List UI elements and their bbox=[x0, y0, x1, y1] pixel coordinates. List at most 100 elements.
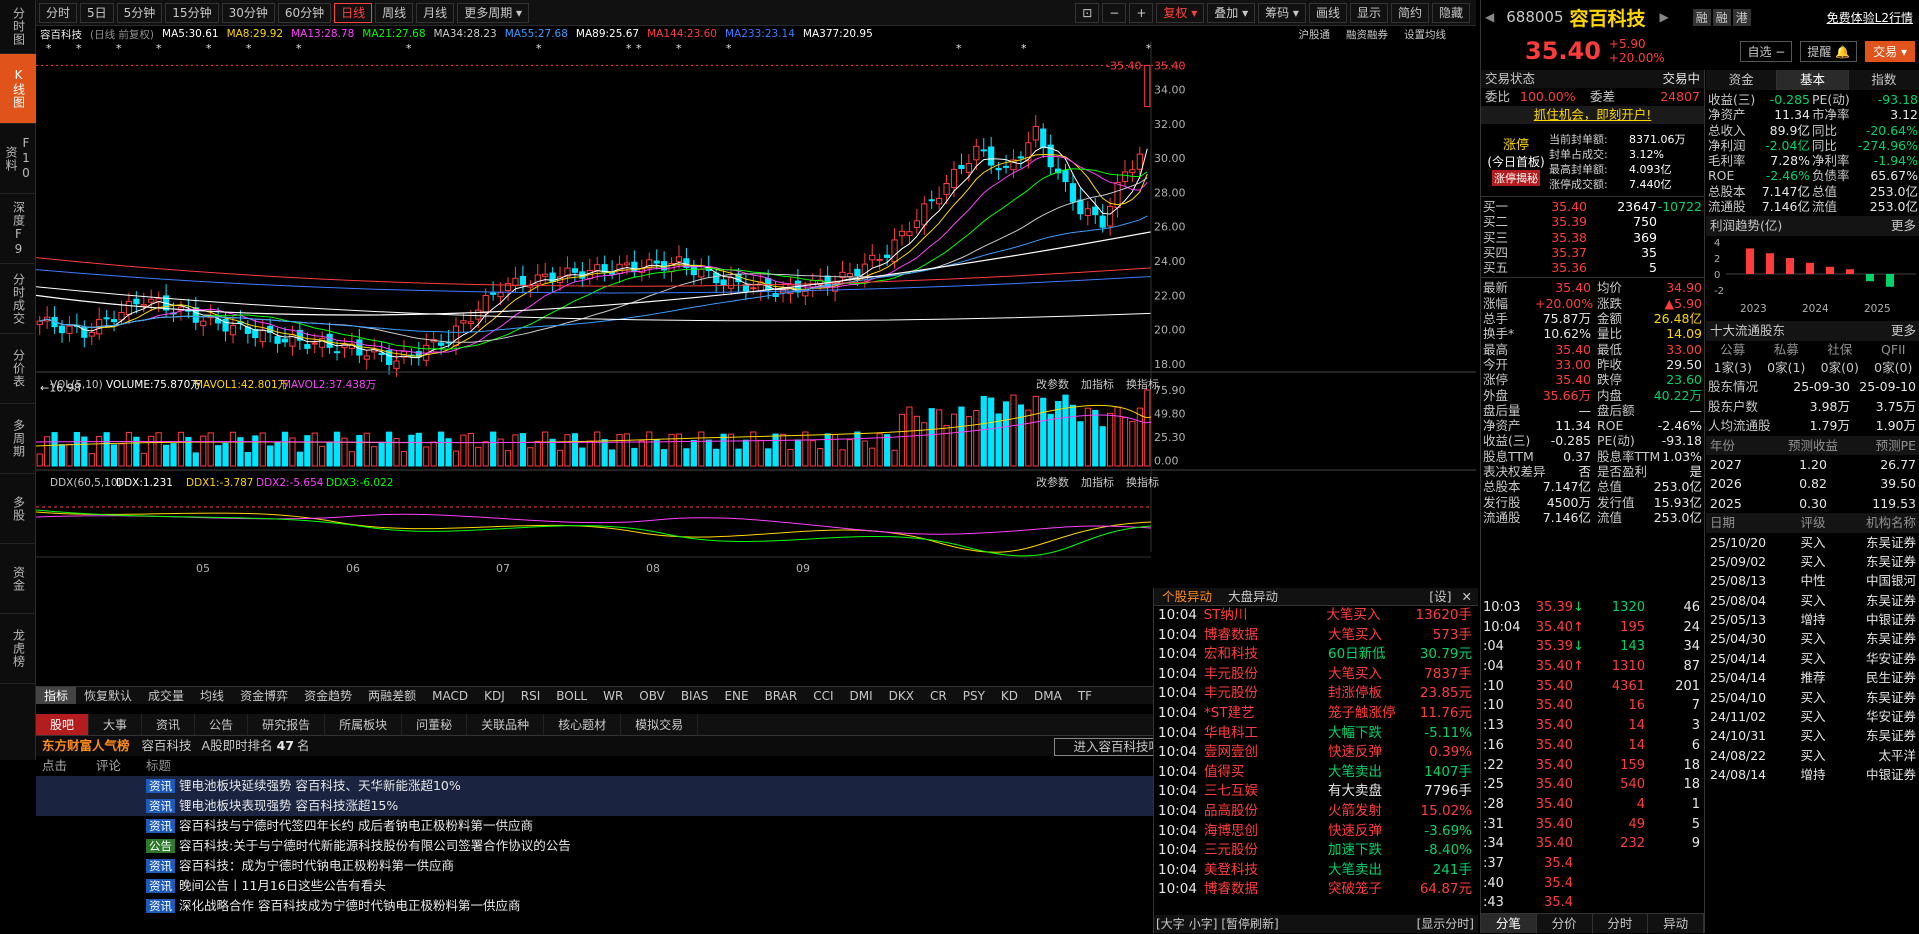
indicator-tab-6[interactable]: 两融差额 bbox=[360, 687, 424, 704]
trade-button[interactable]: 交易 ▾ bbox=[1865, 41, 1915, 62]
profit-more[interactable]: 更多 bbox=[1891, 216, 1916, 236]
tick-tab-0[interactable]: 分笔 bbox=[1481, 914, 1537, 933]
period-2[interactable]: 5分钟 bbox=[117, 3, 163, 23]
forum-tab-0[interactable]: 股吧 bbox=[36, 714, 89, 735]
forum-tab-7[interactable]: 关联品种 bbox=[467, 714, 544, 735]
period-5[interactable]: 60分钟 bbox=[278, 3, 331, 23]
forum-title[interactable]: 资讯锂电池板块延续强势 容百科技、天华新能涨超10% bbox=[146, 776, 1188, 796]
forum-title[interactable]: 资讯锂电池板块表现强势 容百科技涨超15% bbox=[146, 796, 1188, 816]
forum-tab-1[interactable]: 大事 bbox=[89, 714, 142, 735]
forum-row[interactable]: 资讯锂电池板块延续强势 容百科技、天华新能涨超10% bbox=[36, 776, 1188, 796]
font-large[interactable]: [大字 bbox=[1156, 915, 1185, 933]
tick-tab-1[interactable]: 分价 bbox=[1537, 914, 1593, 933]
toolbar-3[interactable]: 画线 bbox=[1309, 3, 1347, 23]
toolbar-6[interactable]: 隐藏 bbox=[1432, 3, 1470, 23]
period-0[interactable]: 分时 bbox=[39, 3, 77, 23]
forum-row[interactable]: 资讯容百科技与宁德时代签四年长约 成后者钠电正极粉料第一供应商 bbox=[36, 816, 1188, 836]
indicator-tab-22[interactable]: DMA bbox=[1026, 687, 1070, 704]
alert-row[interactable]: 10:04壹网壹创快速反弹0.39% bbox=[1154, 743, 1478, 763]
pause-refresh[interactable]: [暂停刷新] bbox=[1221, 915, 1278, 933]
indicator-tab-0[interactable]: 指标 bbox=[36, 687, 76, 704]
indicator-tab-7[interactable]: MACD bbox=[424, 687, 476, 704]
alert-row[interactable]: 10:04海博思创快速反弹-3.69% bbox=[1154, 822, 1478, 842]
indicator-tab-5[interactable]: 资金趋势 bbox=[296, 687, 360, 704]
forum-row[interactable]: 资讯晚间公告丨11月16日这些公告有看头 bbox=[36, 876, 1188, 896]
forum-title[interactable]: 资讯容百科技：成为宁德时代钠电正极粉料第一供应商 bbox=[146, 856, 1188, 876]
alerts-settings[interactable]: [设] bbox=[1425, 588, 1455, 605]
forum-row[interactable]: 公告容百科技:关于与宁德时代新能源科技股份有限公司签署合作协议的公告 bbox=[36, 836, 1188, 856]
forum-tab-8[interactable]: 核心题材 bbox=[544, 714, 621, 735]
tick-tab-3[interactable]: 异动 bbox=[1648, 914, 1704, 933]
nav-item-7[interactable]: 多股 bbox=[0, 474, 36, 544]
ad-link[interactable]: 抓住机会，即刻开户! bbox=[1481, 106, 1704, 124]
indicator-tab-23[interactable]: TF bbox=[1070, 687, 1100, 704]
toolbar-2[interactable]: 筹码 ▾ bbox=[1258, 3, 1306, 23]
indicator-tab-16[interactable]: CCI bbox=[805, 687, 841, 704]
holders-more[interactable]: 更多 bbox=[1891, 321, 1916, 341]
indicator-tab-21[interactable]: KD bbox=[993, 687, 1026, 704]
fund-tab-1[interactable]: 基本 bbox=[1777, 70, 1848, 90]
toolbar-1[interactable]: 叠加 ▾ bbox=[1207, 3, 1255, 23]
alert-row[interactable]: 10:04美登科技大笔卖出241手 bbox=[1154, 861, 1478, 881]
toolbar-0[interactable]: 复权 ▾ bbox=[1156, 3, 1204, 23]
indicator-tab-2[interactable]: 成交量 bbox=[140, 687, 192, 704]
forum-tab-9[interactable]: 模拟交易 bbox=[621, 714, 698, 735]
indicator-tab-1[interactable]: 恢复默认 bbox=[76, 687, 140, 704]
forum-tab-3[interactable]: 公告 bbox=[195, 714, 248, 735]
period-9[interactable]: 更多周期 ▾ bbox=[457, 3, 529, 23]
period-8[interactable]: 月线 bbox=[416, 3, 454, 23]
indicator-tab-20[interactable]: PSY bbox=[955, 687, 993, 704]
indicator-tab-3[interactable]: 均线 bbox=[192, 687, 232, 704]
nav-item-2[interactable]: F10资料 bbox=[0, 124, 36, 194]
chart-link-1[interactable]: 融资融券 bbox=[1346, 27, 1388, 42]
alert-row[interactable]: 10:04品高股份火箭发射15.02% bbox=[1154, 802, 1478, 822]
alert-row[interactable]: 10:04丰元股份大笔买入7837手 bbox=[1154, 665, 1478, 685]
indicator-tab-13[interactable]: BIAS bbox=[673, 687, 717, 704]
period-4[interactable]: 30分钟 bbox=[222, 3, 275, 23]
forum-title[interactable]: 公告容百科技:关于与宁德时代新能源科技股份有限公司签署合作协议的公告 bbox=[146, 836, 1188, 856]
indicator-tab-18[interactable]: DKX bbox=[881, 687, 922, 704]
alerts-tab-market[interactable]: 大盘异动 bbox=[1220, 588, 1286, 605]
indicator-tab-15[interactable]: BRAR bbox=[757, 687, 806, 704]
forum-row[interactable]: 资讯容百科技：成为宁德时代钠电正极粉料第一供应商 bbox=[36, 856, 1188, 876]
period-1[interactable]: 5日 bbox=[80, 3, 114, 23]
alert-button[interactable]: 提醒 🔔 bbox=[1800, 41, 1857, 62]
show-timeshare[interactable]: [显示分时] bbox=[1417, 915, 1474, 933]
forum-title[interactable]: 资讯深化战略合作 容百科技成为宁德时代钠电正极粉料第一供应商 bbox=[146, 896, 1188, 916]
nav-item-8[interactable]: 资金 bbox=[0, 544, 36, 614]
indicator-tab-9[interactable]: RSI bbox=[513, 687, 549, 704]
alert-row[interactable]: 10:04*ST建艺笼子触涨停11.76元 bbox=[1154, 704, 1478, 724]
toolbar-4[interactable]: 显示 bbox=[1350, 3, 1388, 23]
nav-item-5[interactable]: 分价表 bbox=[0, 334, 36, 404]
zoom-out-button[interactable]: − bbox=[1102, 3, 1126, 23]
nav-item-9[interactable]: 龙虎榜 bbox=[0, 614, 36, 684]
indicator-tab-8[interactable]: KDJ bbox=[476, 687, 513, 704]
period-7[interactable]: 周线 bbox=[375, 3, 413, 23]
alert-row[interactable]: 10:04值得买大笔卖出1407手 bbox=[1154, 763, 1478, 783]
nav-item-6[interactable]: 多周期 bbox=[0, 404, 36, 474]
forum-row[interactable]: 资讯锂电池板块表现强势 容百科技涨超15% bbox=[36, 796, 1188, 816]
font-small[interactable]: 小字] bbox=[1189, 915, 1218, 933]
alert-row[interactable]: 10:04华电科工大幅下跌-5.11% bbox=[1154, 724, 1478, 744]
alert-row[interactable]: 10:04博睿数据大笔买入573手 bbox=[1154, 626, 1478, 646]
alert-row[interactable]: 10:04宏和科技60日新低30.79元 bbox=[1154, 645, 1478, 665]
alert-row[interactable]: 10:04三元股份加速下跌-8.40% bbox=[1154, 841, 1478, 861]
next-stock-icon[interactable]: ▶ bbox=[1660, 10, 1669, 24]
prev-stock-icon[interactable]: ◀ bbox=[1485, 10, 1494, 24]
forum-tab-2[interactable]: 资讯 bbox=[142, 714, 195, 735]
forum-title[interactable]: 资讯晚间公告丨11月16日这些公告有看头 bbox=[146, 876, 1188, 896]
forum-tab-5[interactable]: 所属板块 bbox=[325, 714, 402, 735]
forum-row[interactable]: 资讯深化战略合作 容百科技成为宁德时代钠电正极粉料第一供应商 bbox=[36, 896, 1188, 916]
indicator-tab-12[interactable]: OBV bbox=[631, 687, 673, 704]
indicator-tab-10[interactable]: BOLL bbox=[548, 687, 595, 704]
chart-link-2[interactable]: 设置均线 bbox=[1404, 27, 1446, 42]
indicator-tab-14[interactable]: ENE bbox=[716, 687, 756, 704]
indicator-tab-11[interactable]: WR bbox=[595, 687, 631, 704]
period-6[interactable]: 日线 bbox=[334, 3, 372, 23]
indicator-tab-17[interactable]: DMI bbox=[842, 687, 881, 704]
zoom-in-button[interactable]: + bbox=[1129, 3, 1153, 23]
forum-tab-4[interactable]: 研究报告 bbox=[248, 714, 325, 735]
alert-row[interactable]: 10:04三七互娱有大卖盘7796手 bbox=[1154, 782, 1478, 802]
fund-tab-0[interactable]: 资金 bbox=[1706, 70, 1777, 90]
limit-reveal-button[interactable]: 涨停揭秘 bbox=[1492, 170, 1540, 186]
